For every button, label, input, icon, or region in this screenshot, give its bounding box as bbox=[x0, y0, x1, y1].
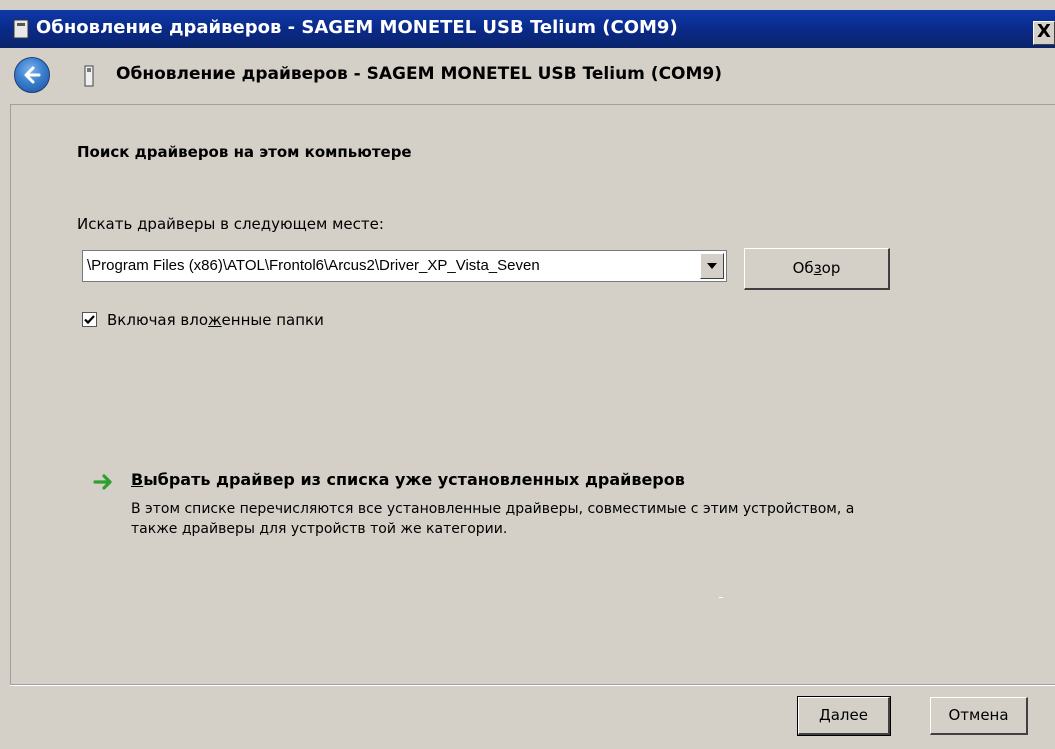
include-subfolders-checkbox[interactable] bbox=[82, 312, 97, 327]
green-arrow-icon bbox=[93, 474, 112, 490]
cancel-button[interactable]: Отмена bbox=[930, 697, 1028, 735]
back-arrow-icon bbox=[24, 66, 41, 84]
stray-pixel bbox=[719, 597, 723, 598]
browse-button[interactable]: Обзор bbox=[744, 248, 890, 290]
footer-divider bbox=[10, 684, 1055, 686]
pick-link-post: ыбрать драйвер из списка уже установленн… bbox=[143, 470, 685, 489]
section-title: Поиск драйверов на этом компьютере bbox=[77, 143, 412, 161]
content-panel: Поиск драйверов на этом компьютере Искат… bbox=[10, 104, 1055, 684]
window-title: Обновление драйверов - SAGEM MONETEL USB… bbox=[36, 17, 678, 38]
next-label-accel: Д bbox=[819, 706, 831, 724]
pick-driver-link[interactable]: Выбрать драйвер из списка уже установлен… bbox=[131, 470, 685, 489]
wizard-header: Обновление драйверов - SAGEM MONETEL USB… bbox=[0, 48, 1055, 104]
chk-label-post: енные папки bbox=[221, 311, 324, 329]
path-combobox[interactable]: \Program Files (x86)\ATOL\Frontol6\Arcus… bbox=[82, 250, 727, 282]
chevron-down-icon[interactable] bbox=[700, 253, 724, 279]
wizard-title: Обновление драйверов - SAGEM MONETEL USB… bbox=[116, 64, 723, 84]
chk-label-pre: Включая вло bbox=[107, 311, 209, 329]
title-bar[interactable]: Обновление драйверов - SAGEM MONETEL USB… bbox=[0, 10, 1055, 48]
usb-device-icon bbox=[84, 65, 94, 87]
browse-label-pre: Об bbox=[792, 259, 814, 277]
pick-driver-description: В этом списке перечисляются все установл… bbox=[131, 501, 855, 537]
driver-update-window: Обновление драйверов - SAGEM MONETEL USB… bbox=[0, 0, 1055, 749]
next-button[interactable]: Далее bbox=[797, 696, 891, 736]
path-value[interactable]: \Program Files (x86)\ATOL\Frontol6\Arcus… bbox=[87, 257, 540, 274]
close-button[interactable]: X bbox=[1033, 21, 1055, 45]
checkmark-icon bbox=[84, 315, 95, 325]
next-label-post: алее bbox=[830, 706, 868, 724]
back-button[interactable] bbox=[14, 57, 50, 93]
browse-label-accel: з bbox=[813, 259, 822, 277]
device-icon bbox=[13, 19, 29, 39]
chk-label-accel: ж bbox=[208, 311, 222, 329]
location-label: Искать драйверы в следующем месте: bbox=[77, 215, 384, 233]
include-subfolders-label[interactable]: Включая вложенные папки bbox=[107, 311, 324, 329]
pick-link-accel: В bbox=[131, 470, 144, 489]
browse-label-post: ор bbox=[821, 259, 841, 277]
